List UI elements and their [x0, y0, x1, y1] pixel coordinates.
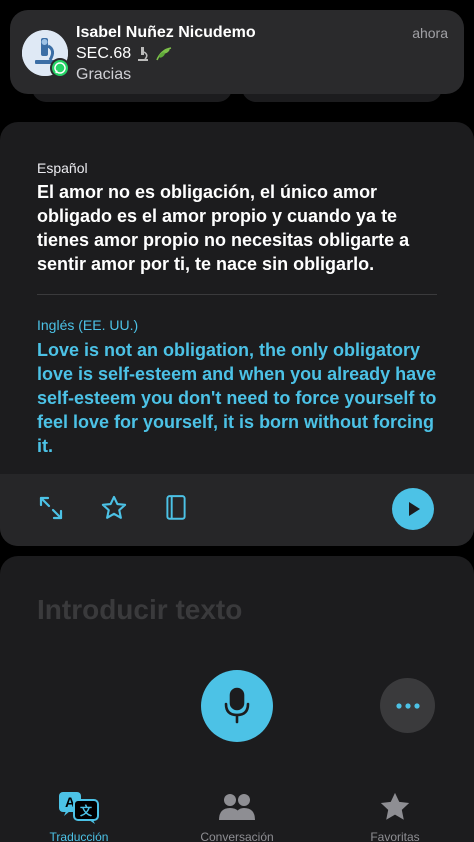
tab-translation-label: Traducción [49, 830, 109, 842]
more-options-button[interactable] [380, 678, 435, 733]
notification-message: Gracias [76, 66, 132, 83]
notification-banner[interactable]: Isabel Nuñez Nicudemo ahora SEC.68 Graci… [10, 10, 464, 94]
tab-conversation[interactable]: Conversación [167, 790, 307, 842]
translation-toolbar [0, 474, 474, 546]
people-icon [219, 794, 255, 820]
tab-bar: A 文 Traducción Conversación Favoritas [0, 780, 474, 842]
microphone-icon [224, 687, 250, 724]
star-icon [101, 495, 127, 519]
tab-translation[interactable]: A 文 Traducción [9, 790, 149, 842]
target-language-label: Inglés (EE. UU.) [37, 317, 139, 333]
ellipsis-icon [395, 702, 420, 709]
herb-icon [156, 47, 172, 61]
divider [37, 294, 437, 295]
notification-subtitle-row: SEC.68 [76, 45, 173, 63]
notification-subtitle: SEC.68 [76, 45, 132, 62]
expand-icon [39, 496, 63, 520]
play-icon [409, 502, 420, 516]
notification-time: ahora [412, 25, 448, 41]
translation-card: Español El amor no es obligación, el úni… [0, 122, 474, 546]
source-language-label: Español [37, 160, 88, 176]
dictionary-button[interactable] [160, 492, 192, 524]
star-filled-icon [380, 792, 410, 820]
source-text: El amor no es obligación, el único amor … [37, 182, 410, 274]
tab-favorites-label: Favoritas [370, 830, 420, 842]
microscope-icon [138, 47, 149, 61]
translate-icon: A 文 [59, 792, 99, 824]
expand-button[interactable] [35, 492, 67, 524]
svg-text:文: 文 [80, 803, 93, 818]
notification-sender: Isabel Nuñez Nicudemo [76, 24, 256, 41]
target-text: Love is not an obligation, the only obli… [37, 340, 437, 456]
book-icon [166, 495, 186, 520]
favorite-button[interactable] [98, 492, 130, 524]
play-button[interactable] [392, 488, 434, 530]
tab-favorites[interactable]: Favoritas [325, 790, 465, 842]
whatsapp-icon [50, 58, 70, 78]
tab-conversation-label: Conversación [200, 830, 274, 842]
microphone-button[interactable] [201, 670, 273, 742]
text-input[interactable]: Introducir texto [37, 594, 242, 626]
